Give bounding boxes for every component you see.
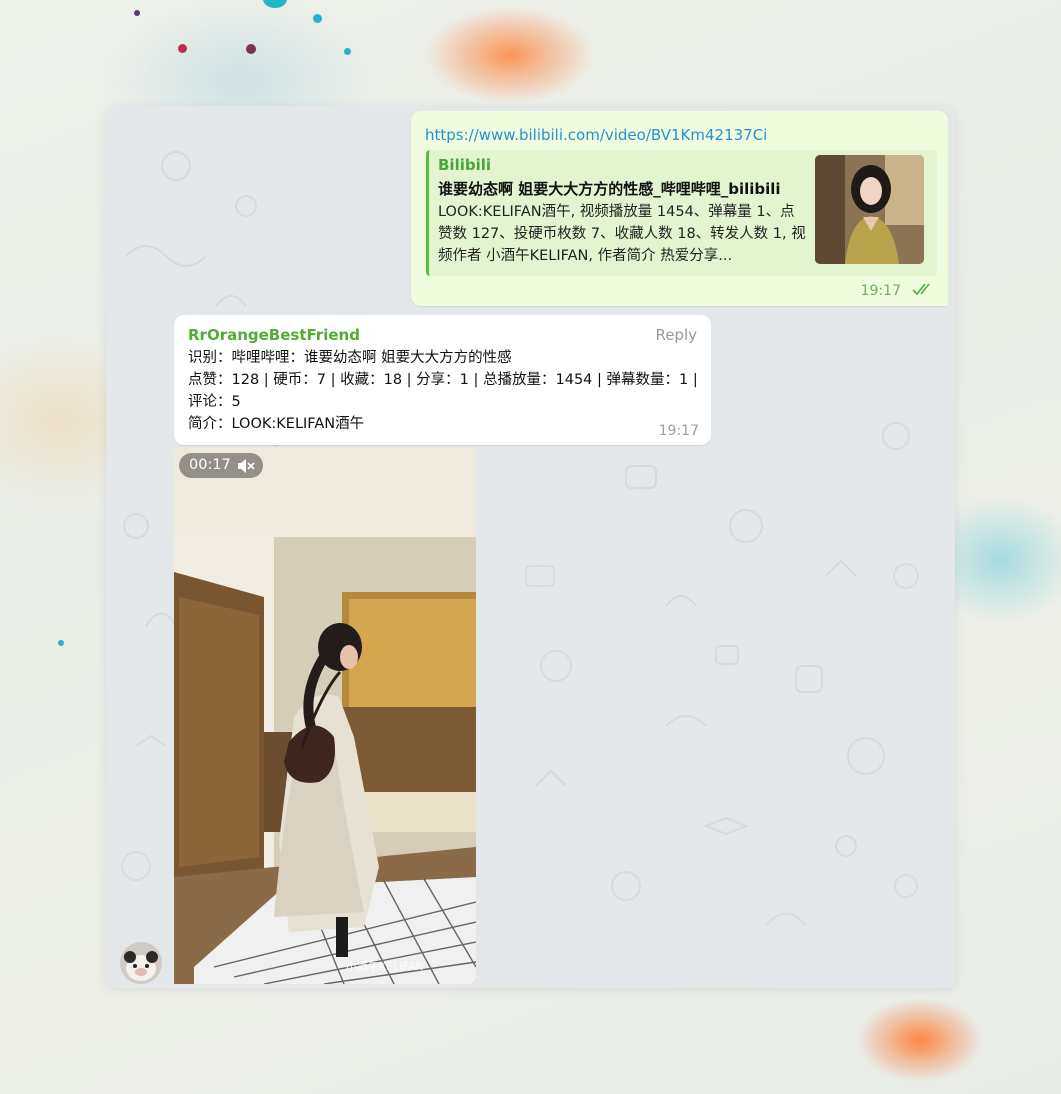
- incoming-message[interactable]: RrOrangeBestFriend Reply 识别：哔哩哔哩：谁要幼态啊 姐…: [174, 315, 711, 445]
- background-splatter: [313, 14, 322, 23]
- message-time: 19:17: [860, 283, 901, 299]
- background-splatter: [246, 44, 256, 54]
- video-watermark: 小酒午KELIFAN: [346, 960, 424, 973]
- background-splatter: [178, 44, 187, 53]
- video-duration-badge[interactable]: 00:17: [179, 453, 263, 478]
- preview-title: 谁要幼态啊 姐要大大方方的性感_哔哩哔哩_bilibili: [438, 180, 781, 198]
- background-splatter: [58, 640, 64, 646]
- preview-description: LOOK:KELIFAN酒午, 视频播放量 1454、弹幕量 1、点赞数 127…: [438, 204, 806, 264]
- background-splatter: [134, 10, 140, 16]
- message-line: 点赞：128 | 硬币：7 | 收藏：18 | 分享：1 | 总播放量：1454…: [188, 372, 703, 410]
- background-splatter: [263, 0, 287, 8]
- video-frame: [174, 447, 476, 984]
- sender-name[interactable]: RrOrangeBestFriend: [188, 326, 360, 344]
- reply-button[interactable]: Reply: [655, 326, 697, 344]
- message-time: 19:17: [658, 423, 699, 439]
- video-duration: 00:17: [189, 457, 231, 473]
- message-line: 识别：哔哩哔哩：谁要幼态啊 姐要大大方方的性感: [188, 350, 512, 366]
- link-preview-card[interactable]: Bilibili 谁要幼态啊 姐要大大方方的性感_哔哩哔哩_bilibili L…: [426, 150, 937, 276]
- chat-window[interactable]: https://www.bilibili.com/video/BV1Km4213…: [106, 106, 955, 988]
- double-check-icon: [912, 283, 930, 296]
- video-message[interactable]: 00:17 小酒午KELIFAN: [174, 447, 476, 984]
- preview-thumbnail[interactable]: [815, 155, 924, 264]
- muted-speaker-icon[interactable]: [237, 458, 255, 474]
- message-link[interactable]: https://www.bilibili.com/video/BV1Km4213…: [425, 126, 767, 144]
- preview-site-name: Bilibili: [438, 156, 492, 174]
- message-line: 简介：LOOK:KELIFAN酒午: [188, 416, 365, 432]
- avatar[interactable]: [120, 942, 162, 984]
- outgoing-message[interactable]: https://www.bilibili.com/video/BV1Km4213…: [411, 111, 948, 306]
- message-text: 识别：哔哩哔哩：谁要幼态啊 姐要大大方方的性感 点赞：128 | 硬币：7 | …: [188, 347, 698, 435]
- background-splatter: [344, 48, 351, 55]
